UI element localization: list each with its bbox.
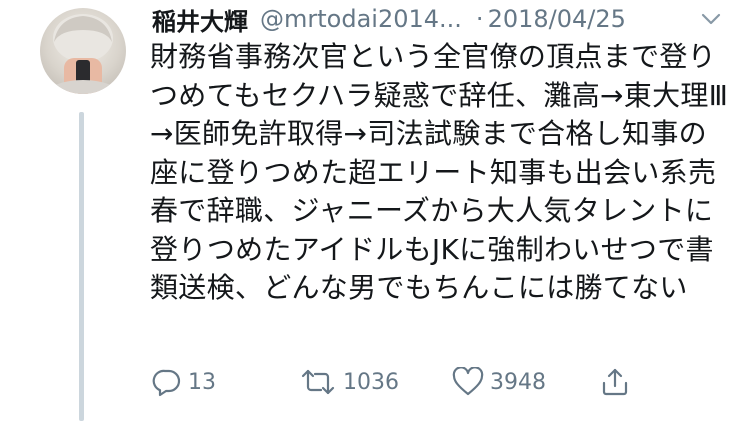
avatar-column bbox=[0, 0, 150, 421]
chevron-down-icon bbox=[701, 13, 721, 25]
avatar-photo bbox=[47, 14, 119, 94]
retweet-count: 1036 bbox=[343, 369, 399, 395]
retweet-button[interactable]: 1036 bbox=[299, 362, 399, 402]
tweet-actions: 13 1036 3948 bbox=[152, 362, 652, 402]
retweet-icon bbox=[301, 369, 335, 395]
tweet-header: 稲井大輝 @mrtodai2014... · 2018/04/25 bbox=[152, 2, 742, 37]
reply-button[interactable]: 13 bbox=[152, 362, 216, 402]
display-name[interactable]: 稲井大輝 bbox=[152, 2, 248, 37]
reply-icon bbox=[152, 369, 181, 397]
like-button[interactable]: 3948 bbox=[452, 362, 546, 402]
tweet-date[interactable]: 2018/04/25 bbox=[488, 5, 626, 33]
reply-count: 13 bbox=[188, 369, 216, 395]
share-icon bbox=[602, 368, 628, 396]
thread-line bbox=[79, 112, 84, 421]
like-count: 3948 bbox=[490, 369, 546, 395]
tweet-text: 財務省事務次官という全官僚の頂点まで登りつめてもセクハラ疑惑で辞任、灘高→東大理… bbox=[150, 40, 729, 304]
avatar[interactable] bbox=[40, 8, 126, 94]
share-button[interactable] bbox=[600, 362, 630, 402]
tweet-menu-button[interactable] bbox=[700, 8, 722, 30]
separator-dot: · bbox=[475, 5, 484, 33]
heart-icon bbox=[452, 367, 484, 396]
user-handle[interactable]: @mrtodai2014... bbox=[260, 5, 462, 33]
